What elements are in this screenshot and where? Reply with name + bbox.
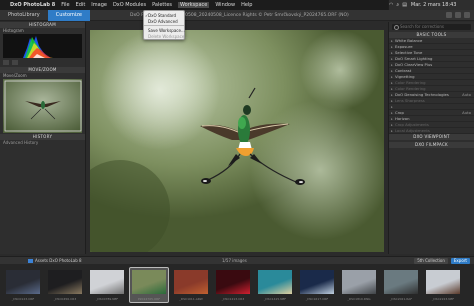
toolbar: PhotoLibrary Customize DxO PhotoLab 8 — …	[0, 9, 474, 21]
menu-workspace[interactable]: Workspace	[178, 2, 210, 8]
thumbnail-caption: _DSC1819.DNG	[347, 297, 371, 301]
left-panel: HISTOGRAM Histogram MOVE/ZOOM Move/Zoom	[0, 22, 86, 254]
clock[interactable]: Mar. 2 mars 18:43	[411, 2, 457, 8]
tools-list: ▸ White Balance ▸ Exposure ▸ Selective Tone…	[389, 38, 474, 134]
wifi-icon[interactable]: ◠	[389, 2, 393, 8]
thumbnail-image	[6, 270, 40, 294]
panel-icon[interactable]	[464, 12, 470, 18]
thumbnail-caption: _DSC2223.NEF	[431, 297, 455, 301]
menu-palettes[interactable]: Palettes	[152, 2, 172, 8]
history-item[interactable]: Advanced History	[0, 140, 85, 145]
filmstrip-thumbnail[interactable]: _DSC1819.DNG	[340, 268, 378, 302]
thumbnail-image	[90, 270, 124, 294]
histogram-controls	[0, 59, 85, 67]
right-panel: Search for corrections BASIC TOOLS ▸ Whit…	[388, 22, 474, 254]
control-center-icon[interactable]: ▤	[402, 2, 407, 8]
search-icon[interactable]: ⌕	[396, 2, 399, 8]
histogram-label: Histogram	[3, 28, 24, 33]
clip-shadow-icon[interactable]	[3, 60, 9, 65]
filmstrip-thumbnail[interactable]: _DSC2223.NEF	[424, 268, 462, 302]
thumbnail-caption: _DSC1011.ARW	[179, 297, 203, 301]
menu-image[interactable]: Image	[91, 2, 107, 8]
filmstrip-header: Assets DxO PhotoLab 8 1/57 images 5th Co…	[0, 256, 474, 264]
thumbnail-caption: _DSC0456.CR3	[53, 297, 77, 301]
thumbnail-image	[342, 270, 376, 294]
filmpack-header[interactable]: DXO FILMPACK	[389, 142, 474, 148]
filmstrip-thumbnail[interactable]: P2024765.ORF	[129, 267, 169, 303]
filmstrip-thumbnail[interactable]: _DSC1213.CR3	[214, 268, 252, 302]
main-image-viewer[interactable]	[90, 30, 384, 252]
workspace-menu: DxO Standard DxO Advanced Save Workspace…	[143, 10, 188, 40]
filmstrip-thumbnail[interactable]: _DSC1415.NEF	[256, 268, 294, 302]
toolbar-icons	[446, 12, 470, 18]
hummingbird-photo	[90, 30, 384, 252]
thumbnail-image	[132, 270, 166, 294]
viewpoint-header[interactable]: DXO VIEWPOINT	[389, 134, 474, 140]
thumbnail-caption: _DSC2021.RAF	[389, 297, 413, 301]
thumbnail-caption: _DSC0123.ORF	[11, 297, 35, 301]
thumbnail-image	[300, 270, 334, 294]
thumbnail-image	[426, 270, 460, 294]
menu-file[interactable]: File	[61, 2, 69, 8]
filmstrip: _DSC0123.ORF _DSC0456.CR3 _DSC0789.NEF P202…	[0, 264, 474, 306]
delete-workspace-item[interactable]: Delete Workspace...	[144, 33, 188, 39]
clip-highlight-icon[interactable]	[12, 60, 18, 65]
filmstrip-thumbnail[interactable]: _DSC1617.ORF	[298, 268, 336, 302]
thumbnail-image	[174, 270, 208, 294]
thumbnail-caption: _DSC1213.CR3	[221, 297, 245, 301]
histogram	[3, 34, 82, 58]
workspace-dxo-standard[interactable]: DxO Standard	[144, 12, 184, 18]
compare-icon[interactable]	[446, 12, 452, 18]
thumbnail-image	[216, 270, 250, 294]
navigator-label: Move/Zoom	[3, 73, 27, 78]
tab-customize[interactable]: Customize	[47, 9, 90, 21]
tool-row[interactable]: ▸ Local Adjustments	[389, 128, 474, 134]
filmstrip-thumbnail[interactable]: _DSC1011.ARW	[172, 268, 210, 302]
save-workspace-item[interactable]: Save Workspace...	[144, 27, 185, 33]
thumbnail-caption: P2024765.ORF	[137, 297, 161, 301]
filmstrip-thumbnail[interactable]: _DSC0456.CR3	[46, 268, 84, 302]
tab-photolibrary[interactable]: PhotoLibrary	[0, 10, 48, 21]
filmstrip-thumbnail[interactable]: _DSC0123.ORF	[4, 268, 42, 302]
histogram-graph	[23, 36, 53, 58]
thumbnail-caption: _DSC0789.NEF	[95, 297, 119, 301]
menubar-status: ◠ ⌕ ▤ Mar. 2 mars 18:43	[388, 0, 474, 10]
thumbnail-caption: _DSC1617.ORF	[305, 297, 329, 301]
thumbnail-image	[384, 270, 418, 294]
thumbnail-caption: _DSC1415.NEF	[263, 297, 287, 301]
photolab-window: DxO PhotoLab 8 File Edit Image DxO Modul…	[0, 0, 474, 306]
navigator-preview[interactable]	[3, 79, 82, 133]
menu-edit[interactable]: Edit	[76, 2, 86, 8]
menu-bar: DxO PhotoLab 8 File Edit Image DxO Modul…	[0, 0, 474, 10]
filmstrip-thumbnail[interactable]: _DSC0789.NEF	[88, 268, 126, 302]
menu-help[interactable]: Help	[241, 2, 252, 8]
navigator-image	[3, 79, 82, 133]
filmstrip-thumbnail[interactable]: _DSC2021.RAF	[382, 268, 420, 302]
zoom-icon[interactable]	[455, 12, 461, 18]
menu-dxo-modules[interactable]: DxO Modules	[113, 2, 146, 8]
corrections-search[interactable]: Search for corrections	[392, 24, 471, 30]
workspace-dxo-advanced[interactable]: DxO Advanced	[144, 18, 184, 24]
menu-window[interactable]: Window	[215, 2, 235, 8]
thumbnail-image	[258, 270, 292, 294]
menu-separator	[144, 25, 184, 26]
app-name-menu[interactable]: DxO PhotoLab 8	[10, 2, 55, 8]
thumbnail-image	[48, 270, 82, 294]
